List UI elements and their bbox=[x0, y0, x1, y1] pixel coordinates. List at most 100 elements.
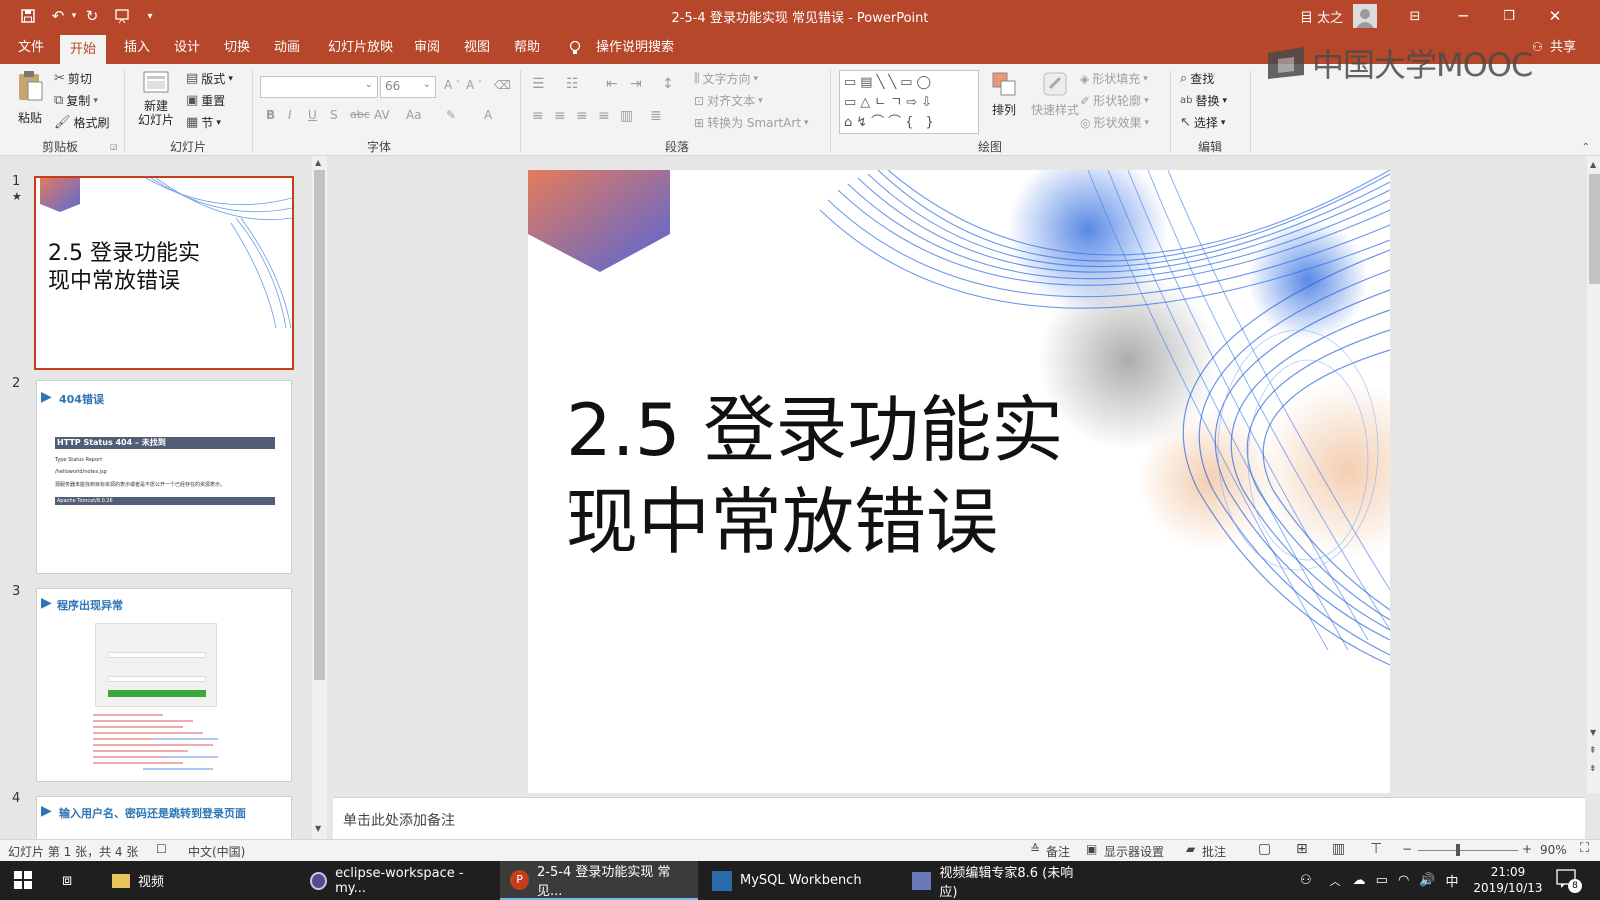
undo-dropdown-icon[interactable]: ▾ bbox=[64, 6, 84, 26]
shape-effects-button[interactable]: ◎ 形状效果 ▾ bbox=[1080, 114, 1149, 131]
tell-me-search[interactable]: 操作说明搜索 bbox=[586, 32, 684, 64]
avatar[interactable] bbox=[1353, 4, 1377, 28]
slide-canvas[interactable]: 2.5 登录功能实现中常放错误 I bbox=[528, 170, 1390, 793]
taskbar-item-video-editor[interactable]: 视频编辑专家8.6 (未响应) bbox=[902, 861, 1096, 900]
zoom-out-icon[interactable]: − bbox=[1402, 842, 1412, 856]
language-indicator[interactable]: 中文(中国) bbox=[188, 843, 245, 860]
slideshow-view-icon[interactable]: ⊤ bbox=[1370, 841, 1382, 857]
normal-view-icon[interactable]: ▢ bbox=[1258, 841, 1271, 857]
slide-title[interactable]: 2.5 登录功能实现中常放错误 bbox=[566, 384, 1106, 568]
customize-toolbar-icon[interactable]: ▾ bbox=[140, 6, 160, 26]
editor-scrollbar[interactable]: ▲ ▼ ⇞ ⇟ bbox=[1587, 156, 1600, 793]
tab-review[interactable]: 审阅 bbox=[404, 32, 450, 64]
notes-placeholder[interactable]: 单击此处添加备注 bbox=[343, 810, 455, 830]
clock[interactable]: 21:09 2019/10/13 bbox=[1470, 864, 1546, 896]
next-slide-icon[interactable]: ⇟ bbox=[1589, 764, 1597, 774]
paste-button[interactable]: 粘贴 bbox=[12, 70, 48, 126]
shape-outline-button[interactable]: ✐ 形状轮廓 ▾ bbox=[1080, 92, 1149, 109]
scrollbar-thumb[interactable] bbox=[314, 170, 325, 680]
notes-pane[interactable]: 单击此处添加备注 bbox=[333, 797, 1585, 839]
zoom-level[interactable]: 90% bbox=[1540, 843, 1567, 857]
scroll-down-icon[interactable]: ▼ bbox=[315, 824, 321, 833]
quick-styles-button[interactable]: 快速样式 bbox=[1030, 70, 1080, 118]
section-button[interactable]: ▦ 节 ▾ bbox=[186, 114, 221, 131]
font-color-button[interactable]: A bbox=[484, 108, 492, 122]
bullets-icon[interactable]: ☰ bbox=[532, 76, 545, 92]
new-slide-button[interactable]: 新建 幻灯片 bbox=[132, 68, 180, 127]
paragraph-settings-icon[interactable]: ≣ bbox=[650, 108, 662, 124]
close-button[interactable]: ✕ bbox=[1532, 0, 1578, 32]
tab-file[interactable]: 文件 bbox=[8, 32, 54, 64]
previous-slide-icon[interactable]: ⇞ bbox=[1589, 746, 1597, 756]
dialog-launcher-icon[interactable]: ◲ bbox=[110, 142, 118, 151]
notes-toggle[interactable]: 备注 bbox=[1046, 843, 1070, 860]
redo-icon[interactable]: ↻ bbox=[82, 6, 102, 26]
battery-icon[interactable]: ▭ bbox=[1376, 873, 1388, 888]
slide-thumbnail-2[interactable]: ▶ 404错误 HTTP Status 404 – 未找到 Type Statu… bbox=[36, 380, 292, 574]
minimize-button[interactable]: ─ bbox=[1440, 0, 1486, 32]
display-settings-button[interactable]: 显示器设置 bbox=[1104, 843, 1164, 860]
network-icon[interactable]: ◠ bbox=[1398, 873, 1409, 888]
find-button[interactable]: ⌕ 查找 bbox=[1180, 70, 1214, 87]
collapse-ribbon-icon[interactable]: ⌃ bbox=[1582, 142, 1590, 153]
taskbar-item-powerpoint[interactable]: P 2-5-4 登录功能实现 常见... bbox=[500, 861, 698, 900]
char-spacing-button[interactable]: AV bbox=[374, 108, 390, 122]
italic-button[interactable]: I bbox=[288, 108, 292, 122]
scroll-up-icon[interactable]: ▲ bbox=[1590, 160, 1596, 169]
slide-thumbnail-3[interactable]: ▶ 程序出现异常 bbox=[36, 588, 292, 782]
tray-expand-icon[interactable]: ︿ bbox=[1330, 873, 1341, 889]
taskbar-item-mysql-workbench[interactable]: MySQL Workbench bbox=[702, 861, 898, 900]
tab-insert[interactable]: 插入 bbox=[114, 32, 160, 64]
comments-button[interactable]: 批注 bbox=[1202, 843, 1226, 860]
ribbon-display-options-icon[interactable]: ⊟ bbox=[1392, 0, 1438, 32]
comments-icon[interactable]: ▰ bbox=[1186, 842, 1195, 856]
taskbar-item-eclipse[interactable]: eclipse-workspace - my... bbox=[300, 861, 498, 900]
save-icon[interactable] bbox=[18, 6, 38, 26]
cut-button[interactable]: ✂ 剪切 bbox=[54, 70, 92, 87]
copy-button[interactable]: ⧉ 复制 ▾ bbox=[54, 92, 98, 109]
format-painter-button[interactable]: 🖌 格式刷 bbox=[54, 114, 110, 131]
scrollbar-thumb[interactable] bbox=[1589, 174, 1600, 284]
align-text-button[interactable]: ⊡ 对齐文本 ▾ bbox=[694, 92, 763, 109]
display-settings-icon[interactable]: ▣ bbox=[1086, 842, 1097, 856]
slide-thumbnail-1[interactable]: 2.5 登录功能实现中常放错误 bbox=[34, 176, 294, 370]
font-size-combo[interactable]: 66 ⌄ bbox=[380, 76, 436, 98]
text-direction-button[interactable]: ⫼ 文字方向 ▾ bbox=[694, 70, 758, 87]
action-center-icon[interactable]: 8 bbox=[1556, 869, 1582, 893]
tab-view[interactable]: 视图 bbox=[454, 32, 500, 64]
line-spacing-icon[interactable]: ↕ bbox=[662, 76, 674, 92]
arrange-button[interactable]: 排列 bbox=[986, 70, 1022, 118]
scroll-down-icon[interactable]: ▼ bbox=[1590, 728, 1596, 737]
fit-slide-icon[interactable]: ⛶ bbox=[1580, 841, 1589, 856]
align-right-icon[interactable]: ≡ bbox=[576, 108, 588, 124]
decrease-font-icon[interactable]: Aˇ bbox=[466, 78, 482, 92]
restore-button[interactable]: ❐ bbox=[1486, 0, 1532, 32]
decrease-indent-icon[interactable]: ⇤ bbox=[606, 76, 618, 92]
zoom-in-icon[interactable]: + bbox=[1522, 842, 1532, 856]
zoom-slider-thumb[interactable] bbox=[1456, 844, 1460, 856]
people-icon[interactable]: ⚇ bbox=[1300, 873, 1312, 888]
font-name-combo[interactable]: ⌄ bbox=[260, 76, 378, 98]
shadow-button[interactable]: S bbox=[330, 108, 338, 122]
slide-thumbnail-4[interactable]: ▶ 输入用户名、密码还是跳转到登录页面 bbox=[36, 796, 292, 839]
scroll-up-icon[interactable]: ▲ bbox=[315, 158, 321, 167]
zoom-slider[interactable] bbox=[1418, 850, 1518, 851]
taskbar-item-video-folder[interactable]: 视频 bbox=[102, 861, 292, 900]
clear-format-icon[interactable]: ⌫ bbox=[494, 78, 511, 92]
shapes-gallery[interactable]: ▭▤╲╲▭◯ ▭△ㄴㄱ⇨⇩ ⌂↯⌒⌒{ } bbox=[839, 70, 979, 134]
thumbnail-scrollbar[interactable]: ▲ ▼ bbox=[312, 156, 327, 839]
align-center-icon[interactable]: ≡ bbox=[554, 108, 566, 124]
notes-icon[interactable]: ≙ bbox=[1030, 842, 1040, 856]
align-left-icon[interactable]: ≡ bbox=[532, 108, 544, 124]
change-case-button[interactable]: Aa bbox=[406, 108, 422, 122]
bold-button[interactable]: B bbox=[266, 108, 275, 122]
tab-home[interactable]: 开始 bbox=[60, 35, 107, 64]
reset-button[interactable]: ▣ 重置 bbox=[186, 92, 225, 109]
spellcheck-icon[interactable]: ☐ bbox=[156, 842, 167, 856]
tab-help[interactable]: 帮助 bbox=[504, 32, 550, 64]
volume-icon[interactable]: 🔊 bbox=[1419, 873, 1435, 888]
replace-button[interactable]: ab 替换 ▾ bbox=[1180, 92, 1227, 109]
share-button[interactable]: 共享 bbox=[1540, 32, 1586, 64]
user-name[interactable]: 目 太之 bbox=[1300, 7, 1343, 26]
justify-icon[interactable]: ≡ bbox=[598, 108, 610, 124]
